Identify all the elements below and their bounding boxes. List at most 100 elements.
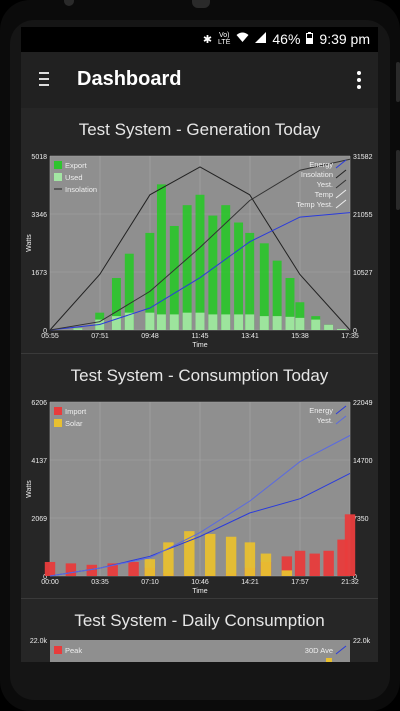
bar-used	[245, 314, 255, 330]
y-axis-label: Watts	[26, 480, 33, 498]
bar-solar	[144, 559, 156, 576]
x-tick-label: 17:57	[291, 579, 309, 586]
x-tick-label: 15:38	[291, 333, 309, 340]
bar-solar	[244, 542, 256, 576]
legend-swatch	[326, 658, 332, 662]
legend-swatch	[54, 173, 62, 181]
card-title: Test System - Daily Consumption	[74, 611, 325, 630]
bar-used	[234, 314, 244, 330]
bar-export	[234, 222, 244, 330]
legend-swatch	[54, 407, 62, 415]
y-tick-label-right: 14700	[353, 458, 373, 465]
y-tick-label-right: 22049	[353, 400, 373, 407]
legend-label: Import	[65, 407, 87, 416]
legend-swatch	[54, 161, 62, 169]
bar-used	[259, 316, 269, 330]
card-title: Test System - Consumption Today	[70, 366, 329, 385]
card-title: Test System - Generation Today	[78, 120, 321, 139]
consumption-chart-card[interactable]: Test System - Consumption Today 6206 2204…	[21, 354, 378, 599]
bar-import	[128, 561, 139, 576]
legend-swatch	[54, 419, 62, 427]
x-axis-label: Time	[192, 588, 207, 595]
x-tick-label: 11:45	[192, 333, 209, 340]
bar-used	[336, 328, 346, 330]
overflow-menu-button[interactable]	[356, 69, 362, 91]
earpiece-speaker	[192, 0, 210, 8]
bar-used	[169, 314, 179, 330]
x-tick-label: 10:46	[191, 579, 209, 586]
battery-icon	[306, 31, 314, 47]
legend-swatch	[54, 646, 62, 654]
legend-label: Yest.	[317, 416, 333, 425]
signal-icon	[255, 32, 267, 46]
y-tick-label-left: 5018	[31, 154, 47, 161]
y-tick-label-left: 2069	[31, 516, 47, 523]
battery-percent: 46%	[272, 31, 301, 47]
x-tick-label: 00:00	[41, 579, 59, 586]
app-bar: Dashboard	[21, 52, 378, 108]
menu-button[interactable]	[35, 68, 53, 92]
bar-import	[309, 553, 320, 576]
x-tick-label: 07:51	[91, 333, 109, 340]
volte-icon: Vo) LTE	[218, 32, 231, 46]
volume-button	[396, 62, 400, 102]
legend-label: Temp Yest.	[296, 200, 333, 209]
legend-label: Peak	[65, 646, 82, 655]
bar-import	[65, 563, 77, 576]
daily-consumption-chart: 22.0k 22.0k Peak 30D Ave	[30, 638, 371, 662]
x-tick-label: 17:35	[341, 333, 359, 340]
y-tick-label-right: 31582	[353, 154, 373, 161]
bar-used	[182, 312, 192, 330]
bar-import	[44, 561, 56, 576]
bar-solar	[205, 533, 216, 576]
bar-used	[295, 317, 305, 330]
bar-solar	[225, 536, 237, 576]
bar-solar	[260, 553, 272, 576]
generation-chart: 5018 315823346 210551673 105270 005:55 07:51 0…	[26, 154, 373, 349]
screen: ✱ Vo) LTE 46% 9:39 pm Dashboard Test Sys…	[21, 27, 378, 662]
x-axis-label: Time	[192, 342, 207, 349]
y-tick-label-right: 22.0k	[353, 638, 371, 645]
bar-import	[294, 550, 306, 576]
bar-used	[145, 312, 155, 330]
bar-used	[311, 319, 321, 330]
bar-used	[195, 312, 205, 330]
bar-export	[221, 205, 231, 330]
x-tick-label: 13:41	[241, 333, 259, 340]
phone-body: ✱ Vo) LTE 46% 9:39 pm Dashboard Test Sys…	[0, 0, 400, 711]
legend-label: Used	[65, 173, 83, 182]
x-tick-label: 07:10	[141, 579, 159, 586]
legend-label: Temp	[315, 190, 333, 199]
generation-chart-card[interactable]: Test System - Generation Today 5018 31582…	[21, 108, 378, 354]
y-tick-label-left: 6206	[31, 400, 47, 407]
daily-consumption-chart-card[interactable]: Test System - Daily Consumption 22.0k 22.…	[21, 599, 378, 662]
bar-used	[324, 324, 334, 330]
consumption-chart: 6206 220494137 147002069 73500 000:00 03:35 07…	[26, 400, 373, 595]
legend-label: 30D Ave	[305, 646, 333, 655]
legend-label: Solar	[65, 419, 83, 428]
y-tick-label-right: 10527	[353, 270, 373, 277]
wifi-icon	[236, 32, 249, 46]
bar-used	[156, 314, 166, 330]
clock: 9:39 pm	[319, 31, 370, 47]
bar-used	[221, 314, 231, 330]
bar-used	[285, 316, 295, 330]
y-tick-label-right: 7350	[353, 516, 369, 523]
x-tick-label: 03:35	[91, 579, 109, 586]
legend-label: Insolation	[301, 170, 333, 179]
page-title: Dashboard	[77, 68, 182, 90]
bar-solar	[281, 570, 293, 576]
bar-export	[182, 205, 192, 330]
x-tick-label: 09:48	[141, 333, 159, 340]
y-tick-label-left: 22.0k	[30, 638, 48, 645]
bar-used	[208, 314, 218, 330]
x-tick-label: 14:21	[241, 579, 259, 586]
y-tick-label-right: 21055	[353, 212, 373, 219]
bar-export	[156, 184, 166, 330]
y-tick-label-left: 3346	[31, 212, 47, 219]
legend-label: Insolation	[65, 185, 97, 194]
y-tick-label-left: 1673	[31, 270, 47, 277]
power-button	[396, 150, 400, 210]
front-camera	[64, 0, 74, 6]
legend-label: Energy	[309, 406, 333, 415]
